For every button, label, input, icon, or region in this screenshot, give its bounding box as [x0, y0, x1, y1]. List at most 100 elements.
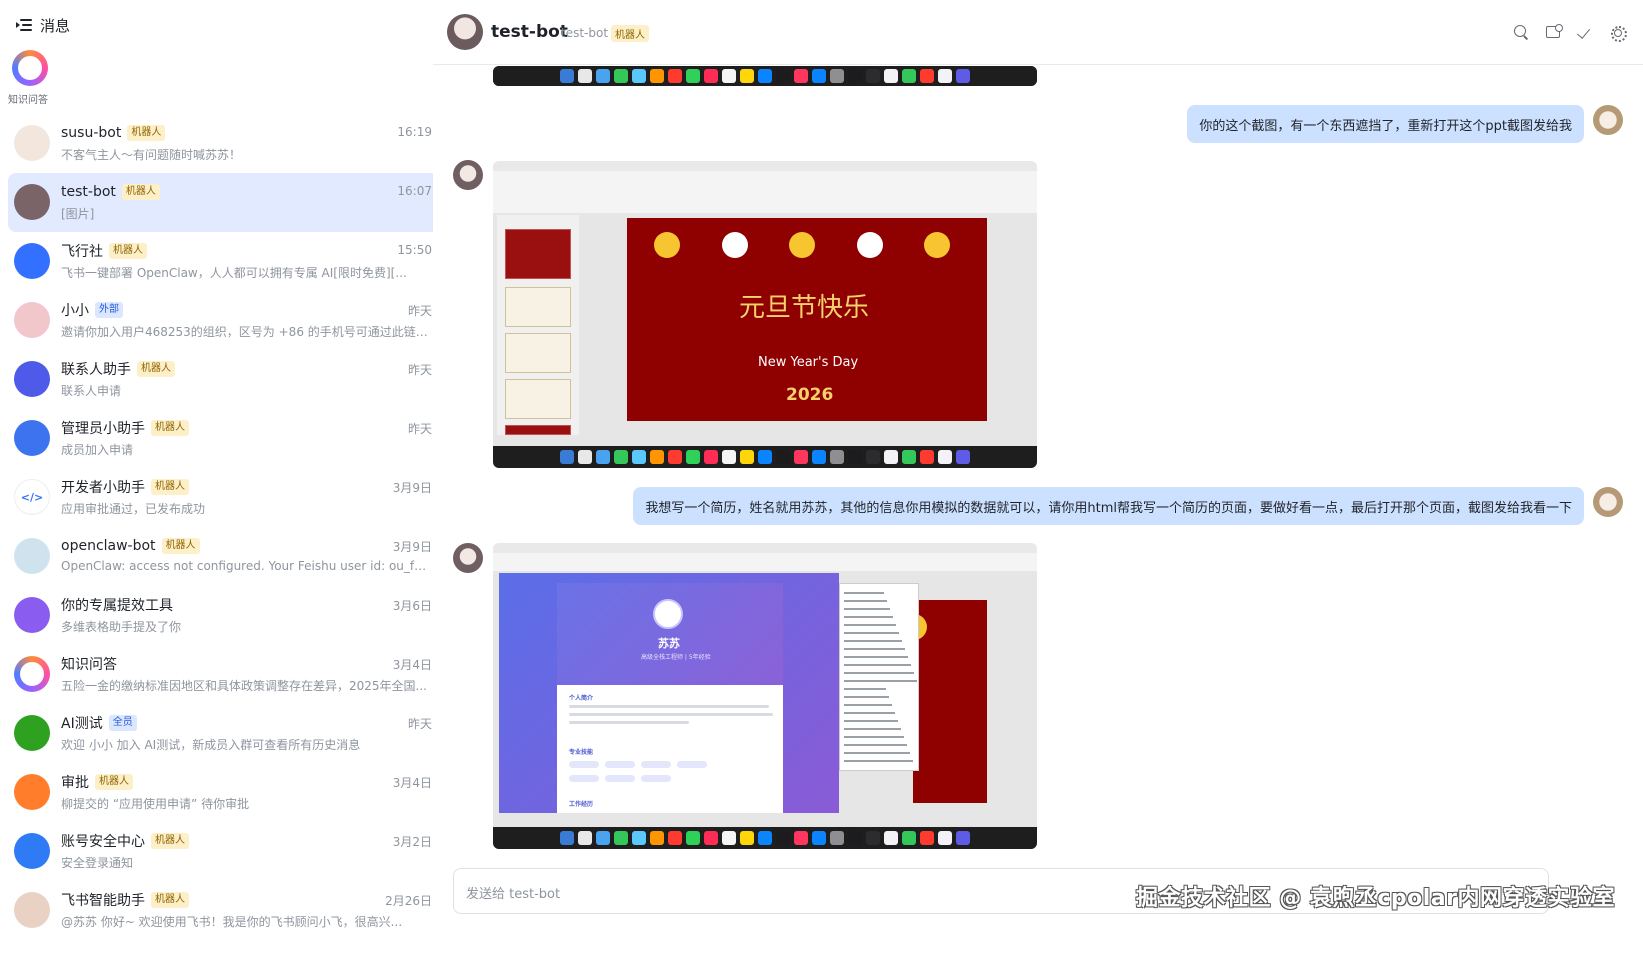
code-line: [844, 672, 914, 674]
dock-app-icon: [740, 831, 754, 845]
conversation-preview: 多维表格助手提及了你: [61, 620, 182, 634]
code-line: [844, 632, 899, 634]
dock-app-icon: [956, 69, 970, 83]
conversation-item[interactable]: 联系人助手 机器人 昨天 联系人申请: [8, 350, 440, 409]
bot-message-avatar[interactable]: [453, 543, 483, 573]
dock-app-icon: [956, 831, 970, 845]
conversation-avatar[interactable]: [14, 892, 50, 928]
dock-strip: [493, 66, 1037, 86]
conversation-preview: 应用审批通过，已发布成功: [61, 502, 206, 516]
dock-app-icon: [614, 831, 628, 845]
resume-section-title: 专业技能: [569, 749, 594, 756]
conversation-avatar[interactable]: [14, 361, 50, 397]
conversation-avatar[interactable]: [14, 302, 50, 338]
conversation-avatar[interactable]: [14, 715, 50, 751]
dock-app-icon: [758, 450, 772, 464]
resume-section-title: 工作经历: [569, 801, 594, 808]
dock-app-icon: [686, 69, 700, 83]
conversation-name: 飞行社: [61, 244, 103, 260]
conversation-item[interactable]: AI测试 全员 昨天 欢迎 小小 加入 AI测试，新成员入群可查看所有历史消息: [8, 704, 440, 763]
conversation-preview: OpenClaw: access not configured. Your Fe…: [61, 559, 430, 573]
gold-coin: [924, 232, 950, 258]
code-line: [844, 752, 910, 754]
slide-subtitle: New Year's Day: [758, 355, 859, 370]
dock-app-icon: [578, 69, 592, 83]
conversation-name: 你的专属提效工具: [61, 598, 173, 614]
conversation-item[interactable]: openclaw-bot 机器人 3月9日 OpenClaw: access not …: [8, 527, 440, 586]
search-icon[interactable]: [1513, 24, 1529, 40]
code-line: [844, 616, 893, 618]
dock-app-icon: [776, 450, 790, 464]
conversation-name-row: 开发者小助手 机器人: [61, 477, 430, 497]
skill-chip: [569, 775, 599, 782]
image-message-cropped[interactable]: [493, 66, 1037, 86]
conversation-item[interactable]: 你的专属提效工具 3月6日 多维表格助手提及了你: [8, 586, 440, 645]
conversation-name-row: 知识问答: [61, 654, 430, 674]
chat-title: test-bot: [491, 22, 568, 42]
conversation-item[interactable]: 飞行社 机器人 15:50 飞书一键部署 OpenClaw，人人都可以拥有专属 AI[…: [8, 232, 440, 291]
resume-role: 高级全栈工程师 | 5年经验: [641, 654, 711, 661]
dock-app-icon: [704, 69, 718, 83]
conversation-item[interactable]: 账号安全中心 机器人 3月2日 安全登录通知: [8, 822, 440, 881]
dock-app-icon: [830, 450, 844, 464]
conversation-preview: 安全登录通知: [61, 856, 134, 870]
conversation-avatar[interactable]: [14, 420, 50, 456]
conversation-avatar[interactable]: [14, 243, 50, 279]
message-text: 你的这个截图，有一个东西遮挡了，重新打开这个ppt截图发给我: [1199, 118, 1572, 134]
conversation-name: susu-bot: [61, 125, 122, 141]
sidebar-header: 消息: [16, 14, 70, 36]
conversation-name: openclaw-bot: [61, 538, 156, 554]
conversation-time: 2月26日: [385, 894, 432, 908]
browser-toolbar: [493, 543, 1037, 571]
conversation-item[interactable]: test-bot 机器人 16:07 [图片]: [8, 173, 440, 232]
share-screen-icon[interactable]: [1545, 24, 1563, 40]
conversation-avatar[interactable]: [14, 538, 50, 574]
conversation-preview: 柳提交的 “应用使用申请” 待你审批: [61, 797, 250, 811]
my-avatar[interactable]: [1593, 105, 1623, 135]
conversation-time: 3月9日: [392, 540, 432, 554]
dock-app-icon: [776, 69, 790, 83]
settings-gear-icon[interactable]: [1609, 24, 1627, 42]
conversation-avatar[interactable]: [14, 656, 50, 692]
conversation-name-row: test-bot 机器人: [61, 182, 430, 202]
dock-app-icon: [722, 450, 736, 464]
conversation-name: 管理员小助手: [61, 421, 145, 437]
code-line: [844, 744, 907, 746]
task-check-icon[interactable]: [1577, 24, 1593, 40]
image-message-resume[interactable]: 苏苏 高级全栈工程师 | 5年经验 个人简介 专业技能 工作经历: [493, 543, 1037, 849]
conversation-time: 16:19: [397, 125, 432, 139]
conversation-item[interactable]: </> 开发者小助手 机器人 3月9日 应用审批通过，已发布成功: [8, 468, 440, 527]
conversation-avatar[interactable]: [14, 125, 50, 161]
conversation-name: 知识问答: [61, 657, 117, 673]
code-line: [844, 728, 901, 730]
conversation-item[interactable]: 飞书智能助手 机器人 2月26日 @苏苏 你好~ 欢迎使用飞书！我是你的飞书顾问小飞，…: [8, 881, 440, 940]
code-line: [844, 640, 902, 642]
dock-app-icon: [812, 69, 826, 83]
conversation-tag: 机器人: [151, 479, 189, 495]
conversation-item[interactable]: 管理员小助手 机器人 昨天 成员加入申请: [8, 409, 440, 468]
menu-collapse-icon[interactable]: [16, 18, 32, 32]
code-line: [844, 592, 884, 594]
conversation-avatar[interactable]: [14, 184, 50, 220]
conversation-item[interactable]: 小小 外部 昨天 邀请你加入用户468253的组织，区号为 +86 的手机号可通过此链…: [8, 291, 440, 350]
conversation-avatar[interactable]: [14, 774, 50, 810]
dock-app-icon: [794, 831, 808, 845]
slide-year: 2026: [786, 385, 834, 405]
dock-app-icon: [938, 450, 952, 464]
image-message-slide[interactable]: 元旦节快乐 New Year's Day 2026: [493, 161, 1037, 468]
conversation-name: AI测试: [61, 716, 103, 732]
dock-app-icon: [920, 450, 934, 464]
conversation-item[interactable]: 审批 机器人 3月4日 柳提交的 “应用使用申请” 待你审批: [8, 763, 440, 822]
conversation-tag: 机器人: [95, 774, 133, 790]
conversation-item[interactable]: 知识问答 3月4日 五险一金的缴纳标准因地区和具体政策调整存在差异，2025年全国.…: [8, 645, 440, 704]
bot-avatar[interactable]: [447, 14, 483, 50]
conversation-avatar[interactable]: [14, 597, 50, 633]
my-avatar[interactable]: [1593, 487, 1623, 517]
conversation-avatar[interactable]: </>: [14, 479, 50, 515]
conversation-time: 3月4日: [392, 658, 432, 672]
code-line: [844, 688, 886, 690]
conversation-item[interactable]: susu-bot 机器人 16:19 不客气主人～有问题随时喊苏苏！: [8, 114, 440, 173]
conversation-avatar[interactable]: [14, 833, 50, 869]
pinned-knowledge-qa[interactable]: 知识问答: [8, 50, 52, 106]
bot-message-avatar[interactable]: [453, 160, 483, 190]
